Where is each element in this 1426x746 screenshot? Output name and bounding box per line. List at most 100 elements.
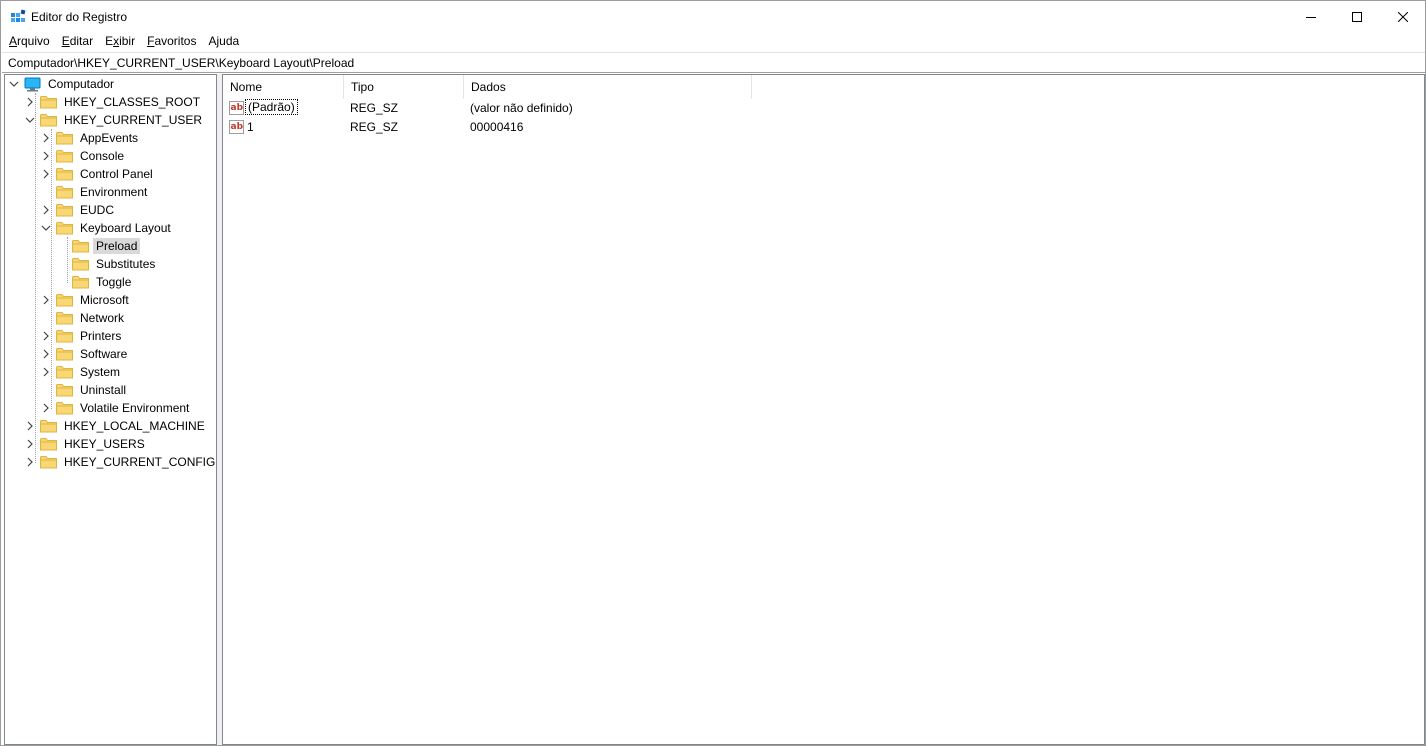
chevron-right-icon[interactable]	[24, 417, 36, 435]
column-header-data[interactable]: Dados	[464, 75, 752, 99]
registry-tree[interactable]: Computador HKEY_CLASSES_ROOT HKEY_CURRENT…	[4, 74, 217, 745]
tree-item-label: HKEY_CLASSES_ROOT	[64, 95, 201, 109]
folder-icon	[40, 114, 57, 127]
chevron-down-icon[interactable]	[8, 75, 20, 93]
tree-item-keyboard-layout[interactable]: Keyboard Layout	[40, 219, 174, 237]
tree-item-control-panel[interactable]: Control Panel	[40, 165, 156, 183]
chevron-right-icon[interactable]	[40, 345, 52, 363]
tree-item-network[interactable]: Network	[40, 309, 127, 327]
values-list[interactable]: Nome Tipo Dados ab (Padrão) REG_SZ (valo…	[222, 74, 1425, 745]
chevron-right-icon[interactable]	[40, 129, 52, 147]
svg-text:ab: ab	[231, 122, 244, 132]
chevron-right-icon[interactable]	[40, 363, 52, 381]
maximize-icon	[1352, 11, 1362, 22]
svg-text:ab: ab	[231, 103, 244, 113]
tree-item-hkey-local-machine[interactable]: HKEY_LOCAL_MACHINE	[24, 417, 208, 435]
tree-item-console[interactable]: Console	[40, 147, 127, 165]
tree-item-system[interactable]: System	[40, 363, 123, 381]
tree-item-preload[interactable]: Preload	[56, 237, 141, 255]
list-item[interactable]: ab (Padrão) REG_SZ (valor não definido)	[223, 99, 1423, 118]
minimize-icon	[1306, 16, 1316, 18]
window-title: Editor do Registro	[31, 10, 128, 24]
chevron-down-icon[interactable]	[40, 219, 52, 237]
tree-item-label: Environment	[80, 185, 148, 199]
tree-item-appevents[interactable]: AppEvents	[40, 129, 141, 147]
tree-item-label: EUDC	[80, 203, 115, 217]
tree-item-hkey-classes-root[interactable]: HKEY_CLASSES_ROOT	[24, 93, 203, 111]
folder-icon	[40, 456, 57, 469]
tree-item-label: Substitutes	[96, 257, 156, 271]
folder-icon	[56, 348, 73, 361]
tree-item-computador[interactable]: Computador	[8, 75, 117, 93]
tree-item-toggle[interactable]: Toggle	[56, 273, 134, 291]
tree-item-label: System	[80, 365, 121, 379]
list-item[interactable]: ab 1 REG_SZ 00000416	[223, 118, 1423, 137]
title-bar[interactable]: Editor do Registro	[1, 1, 1425, 32]
tree-item-label: AppEvents	[80, 131, 139, 145]
close-icon	[1398, 11, 1408, 22]
chevron-right-icon[interactable]	[40, 399, 52, 417]
column-header-name[interactable]: Nome	[223, 75, 344, 99]
folder-icon	[56, 132, 73, 145]
chevron-right-icon[interactable]	[40, 165, 52, 183]
chevron-right-icon[interactable]	[40, 201, 52, 219]
tree-item-printers[interactable]: Printers	[40, 327, 124, 345]
folder-icon	[56, 222, 73, 235]
registry-editor-window: Editor do Registro Arquivo Editar Exibir…	[0, 0, 1426, 746]
value-data: (valor não definido)	[470, 101, 573, 115]
folder-icon	[56, 312, 73, 325]
chevron-right-icon[interactable]	[24, 93, 36, 111]
tree-item-hkey-users[interactable]: HKEY_USERS	[24, 435, 148, 453]
tree-item-label: Volatile Environment	[80, 401, 190, 415]
tree-item-label: Microsoft	[80, 293, 129, 307]
value-type: REG_SZ	[350, 101, 399, 115]
tree-item-hkey-current-config[interactable]: HKEY_CURRENT_CONFIG	[24, 453, 216, 471]
tree-item-volatile-environment[interactable]: Volatile Environment	[40, 399, 192, 417]
menu-editar[interactable]: Editar	[56, 32, 99, 52]
tree-item-label: Keyboard Layout	[80, 221, 171, 235]
computer-icon	[24, 77, 41, 91]
tree-item-hkey-current-user[interactable]: HKEY_CURRENT_USER	[24, 111, 205, 129]
menu-ajuda[interactable]: Ajuda	[202, 32, 245, 52]
tree-item-label: Computador	[48, 77, 115, 91]
chevron-right-icon[interactable]	[24, 435, 36, 453]
menu-exibir[interactable]: Exibir	[99, 32, 141, 52]
chevron-right-icon[interactable]	[40, 291, 52, 309]
address-bar[interactable]: Computador\HKEY_CURRENT_USER\Keyboard La…	[2, 52, 1425, 73]
column-header-type[interactable]: Tipo	[344, 75, 464, 99]
close-button[interactable]	[1380, 1, 1426, 32]
minimize-button[interactable]	[1288, 1, 1334, 32]
chevron-down-icon[interactable]	[24, 111, 36, 129]
folder-icon	[56, 402, 73, 415]
folder-icon	[56, 294, 73, 307]
tree-item-eudc[interactable]: EUDC	[40, 201, 117, 219]
string-value-icon: ab	[229, 120, 244, 134]
tree-item-label: Control Panel	[80, 167, 153, 181]
chevron-right-icon[interactable]	[24, 453, 36, 471]
chevron-right-icon[interactable]	[40, 147, 52, 165]
string-value-icon: ab	[229, 101, 244, 115]
tree-item-label: HKEY_CURRENT_USER	[64, 113, 203, 127]
tree-item-uninstall[interactable]: Uninstall	[40, 381, 129, 399]
chevron-right-icon[interactable]	[40, 327, 52, 345]
tree-item-software[interactable]: Software	[40, 345, 130, 363]
tree-item-label: HKEY_USERS	[64, 437, 145, 451]
tree-item-microsoft[interactable]: Microsoft	[40, 291, 132, 309]
folder-icon	[72, 258, 89, 271]
folder-icon	[56, 186, 73, 199]
tree-item-label: Network	[80, 311, 125, 325]
maximize-button[interactable]	[1334, 1, 1380, 32]
folder-icon	[56, 330, 73, 343]
menu-favoritos[interactable]: Favoritos	[141, 32, 202, 52]
tree-item-substitutes[interactable]: Substitutes	[56, 255, 158, 273]
menu-arquivo[interactable]: Arquivo	[3, 32, 56, 52]
folder-icon	[56, 366, 73, 379]
tree-connector	[35, 93, 36, 463]
tree-item-environment[interactable]: Environment	[40, 183, 150, 201]
tree-item-label: Uninstall	[80, 383, 127, 397]
